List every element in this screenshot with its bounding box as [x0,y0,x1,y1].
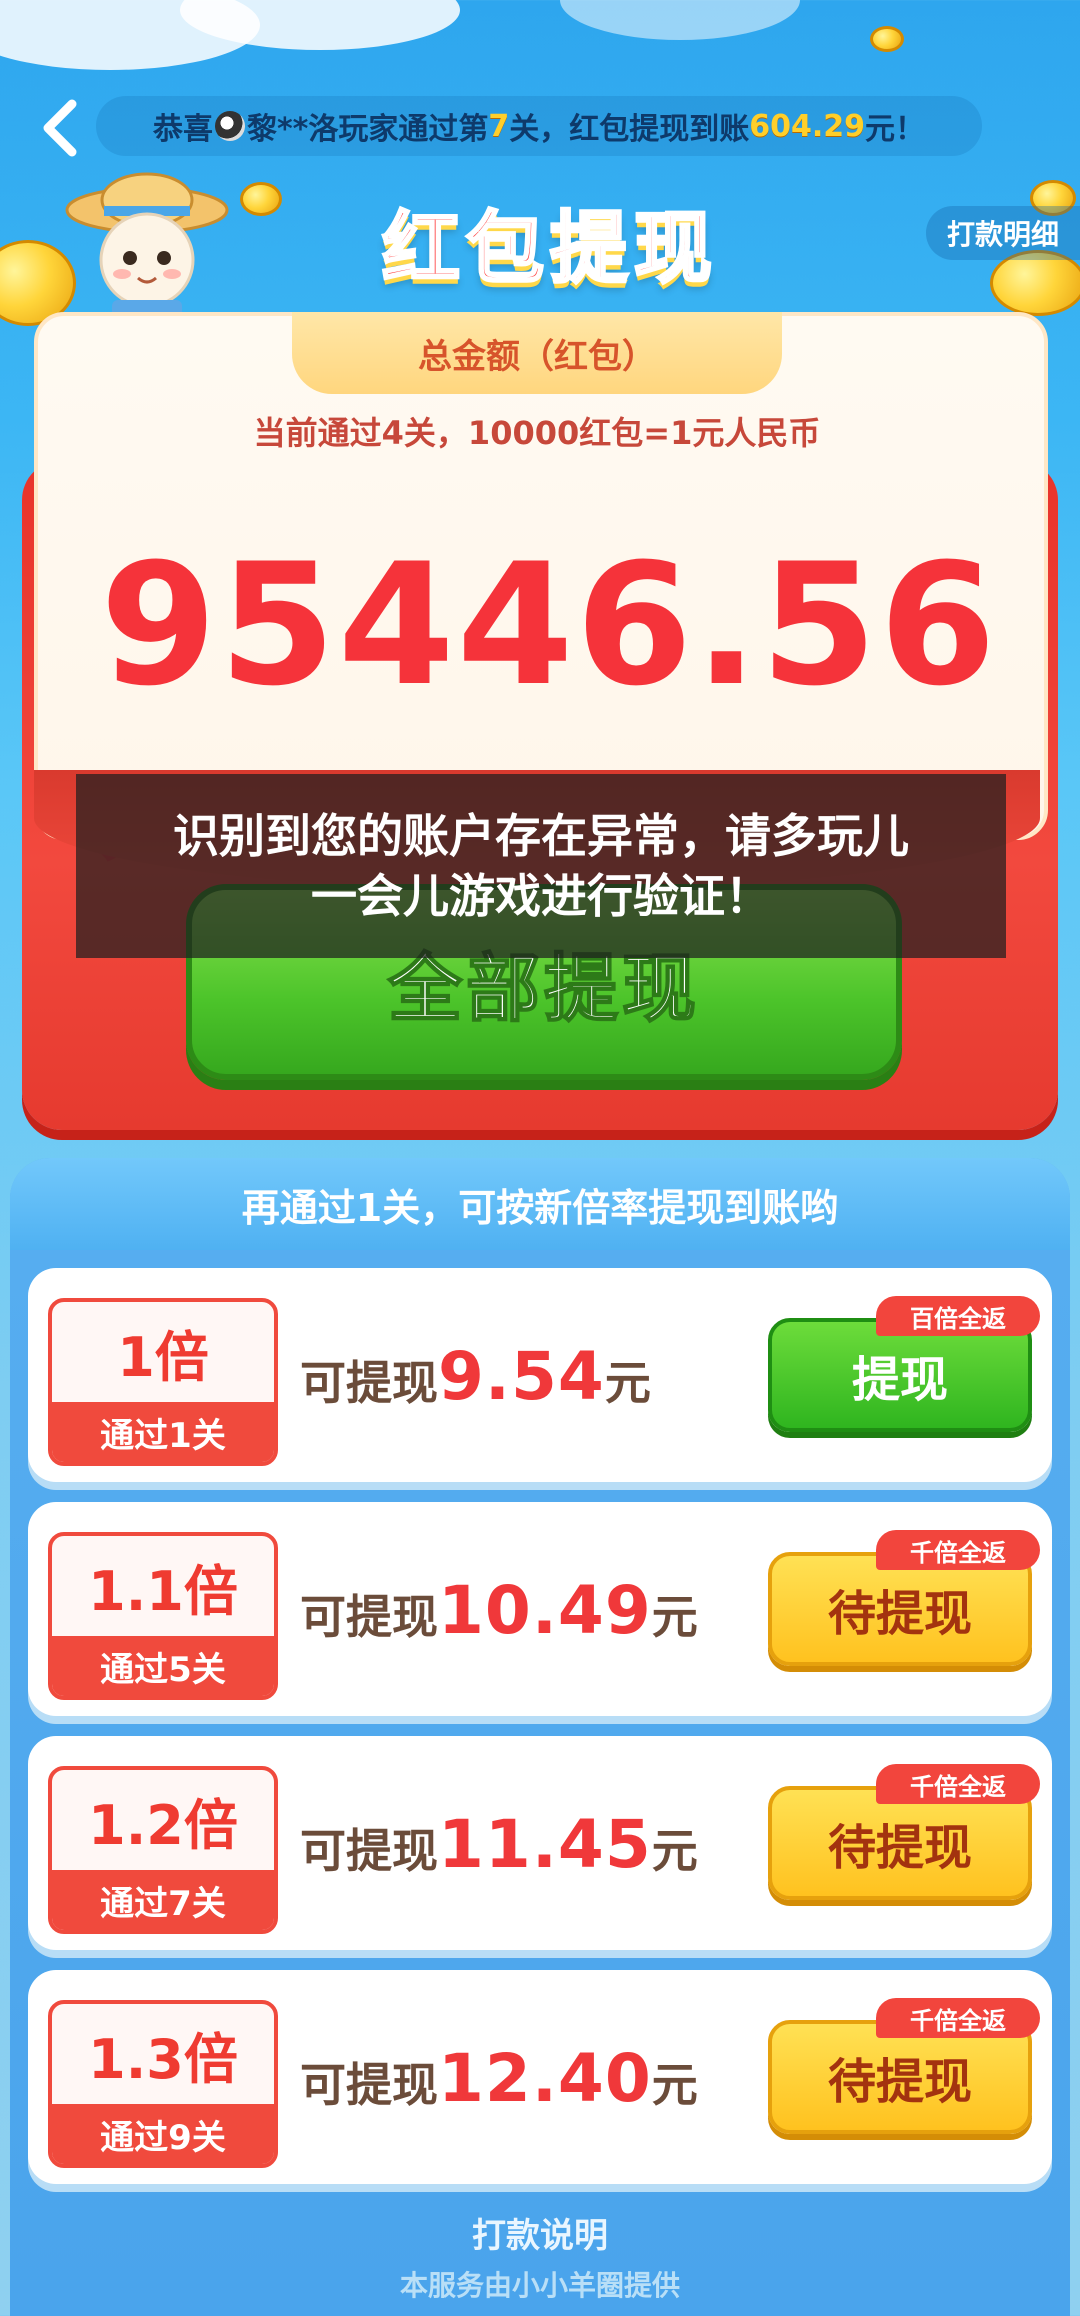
refund-badge: 千倍全返 [876,1998,1040,2038]
coin-icon [870,26,904,52]
multiplier-value: 1倍 [117,1325,209,1389]
tier-row: 1.3倍 通过9关 可提现 12.40 元 待提现 千倍全返 [28,1970,1052,2184]
coin-icon [240,182,282,216]
multiplier-value: 1.2倍 [88,1793,238,1857]
marquee-level: 7 [488,108,510,144]
total-amount: 95446.56元 [100,540,1000,874]
required-level: 通过9关 [52,2104,274,2164]
withdrawable-amount: 可提现 9.54 元 [300,1338,651,1428]
withdrawable-unit: 元 [651,1824,698,1878]
withdrawable-value: 11.45 [438,1806,652,1883]
marquee-amount: 604.29 [749,108,866,144]
required-level: 通过5关 [52,1636,274,1696]
payment-instructions-link[interactable]: 打款说明 [0,2208,1080,2257]
abnormal-account-toast: 识别到您的账户存在异常，请多玩儿 一会儿游戏进行验证！ [76,774,1006,958]
toast-line-2: 一会儿游戏进行验证！ [311,869,771,923]
marquee-suffix: 元！ [865,112,926,147]
winner-marquee: 恭喜 黎**洛 玩家通过第 7 关，红包提现到账 604.29 元！ [96,96,982,156]
withdrawable-amount: 可提现 10.49 元 [300,1572,698,1662]
chevron-left-icon [43,99,77,157]
marquee-middle: 玩家通过第 [338,112,489,147]
withdrawable-label: 可提现 [300,1824,438,1878]
withdrawable-label: 可提现 [300,1356,438,1410]
withdrawable-label: 可提现 [300,2058,438,2112]
required-level: 通过1关 [52,1402,274,1462]
exchange-rate-text: 当前通过4关，10000红包=1元人民币 [253,414,821,452]
multiplier-box: 1.3倍 通过9关 [48,2000,278,2168]
toast-line-1: 识别到您的账户存在异常，请多玩儿 [173,809,909,863]
withdrawable-label: 可提现 [300,1590,438,1644]
payment-details-button[interactable]: 打款明细 [926,206,1080,260]
refund-badge: 千倍全返 [876,1764,1040,1804]
page-title: 红包提现 [380,203,718,296]
cloud-decoration [560,0,800,40]
sheep-mascot-icon [65,172,229,320]
service-provider-text: 本服务由小小羊圈提供 [399,2269,680,2302]
tier-row: 1.1倍 通过5关 可提现 10.49 元 待提现 千倍全返 [28,1502,1052,1716]
back-button[interactable] [28,92,92,164]
withdrawable-unit: 元 [651,2058,698,2112]
total-amount-tab: 总金额（红包） [292,312,782,394]
withdrawable-value: 9.54 [438,1338,605,1415]
withdrawable-value: 10.49 [438,1572,652,1649]
player-avatar [214,111,245,141]
withdrawable-amount: 可提现 11.45 元 [300,1806,698,1896]
marquee-player: 黎**洛 [246,112,339,147]
multiplier-value: 1.3倍 [88,2027,238,2091]
refund-badge: 百倍全返 [876,1296,1040,1336]
multiplier-value: 1.1倍 [88,1559,238,1623]
tiers-header: 再通过1关，可按新倍率提现到账哟 [10,1158,1070,1250]
required-level: 通过7关 [52,1870,274,1930]
total-amount-value: 95446.56 [100,527,999,723]
multiplier-box: 1倍 通过1关 [48,1298,278,1466]
withdrawable-amount: 可提现 12.40 元 [300,2040,698,2130]
multiplier-box: 1.2倍 通过7关 [48,1766,278,1934]
refund-badge: 千倍全返 [876,1530,1040,1570]
withdrawable-value: 12.40 [438,2040,652,2117]
multiplier-box: 1.1倍 通过5关 [48,1532,278,1700]
tier-row: 1.2倍 通过7关 可提现 11.45 元 待提现 千倍全返 [28,1736,1052,1950]
withdrawable-unit: 元 [651,1590,698,1644]
marquee-prefix: 恭喜 [152,112,213,147]
withdrawable-unit: 元 [604,1356,651,1410]
tier-row: 1倍 通过1关 可提现 9.54 元 提现 百倍全返 [28,1268,1052,1482]
marquee-level-unit: 关，红包提现到账 [509,112,750,147]
